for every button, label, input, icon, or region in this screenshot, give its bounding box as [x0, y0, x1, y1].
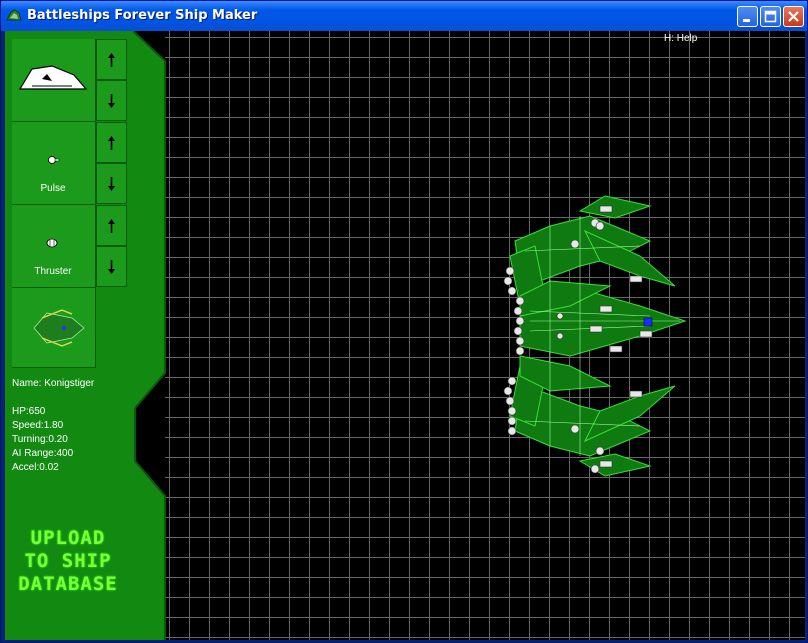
pulse-move-up-button[interactable]	[96, 122, 127, 163]
upload-line-2: TO SHIP	[24, 550, 112, 572]
thruster-move-up-button[interactable]	[96, 205, 127, 246]
ship-design[interactable]	[490, 186, 690, 486]
upload-line-3: DATABASE	[18, 573, 118, 595]
arrow-up-icon	[108, 219, 115, 233]
hull-move-down-button[interactable]	[96, 80, 127, 121]
stat-turning: Turning:0.20	[12, 434, 68, 445]
arrow-up-icon	[108, 53, 115, 67]
pulse-move-down-button[interactable]	[96, 163, 127, 204]
minimize-icon	[743, 19, 750, 22]
ship-preview-icon	[33, 309, 85, 347]
help-hint: H: Help	[664, 33, 698, 44]
arrow-down-icon	[108, 260, 115, 274]
pulse-turret-icon	[48, 156, 60, 164]
part-slot-pulse[interactable]: Pulse	[12, 122, 96, 205]
app-window: Battleships Forever Ship Maker H: Help P…	[0, 0, 808, 643]
close-icon	[788, 11, 799, 22]
thruster-move-down-button[interactable]	[96, 246, 127, 287]
part-label-thruster: Thruster	[34, 266, 72, 277]
upload-to-ship-database-button[interactable]: UPLOAD TO SHIP DATABASE	[13, 527, 123, 596]
minimize-button[interactable]	[737, 6, 758, 27]
hull-move-up-button[interactable]	[96, 39, 127, 80]
stat-ai-range: AI Range:400	[12, 448, 74, 459]
arrow-down-icon	[108, 94, 115, 108]
thruster-icon	[46, 238, 58, 248]
arrow-up-icon	[108, 136, 115, 150]
sidebar-panel: Pulse Thruster Name: Konigstiger HP:650 …	[5, 31, 171, 640]
app-ship-icon	[6, 9, 22, 21]
part-slot-thruster[interactable]: Thruster	[12, 205, 96, 288]
arrow-down-icon	[108, 177, 115, 191]
hull-section-icon	[18, 65, 88, 90]
maximize-button[interactable]	[760, 6, 781, 27]
part-slot-hull[interactable]	[12, 39, 96, 122]
stat-speed: Speed:1.80	[12, 420, 64, 431]
stat-accel: Accel:0.02	[12, 462, 59, 473]
close-button[interactable]	[783, 6, 804, 27]
maximize-icon	[764, 10, 777, 23]
ship-name: Name: Konigstiger	[12, 378, 95, 389]
stat-hp: HP:650	[12, 406, 46, 417]
title-bar[interactable]: Battleships Forever Ship Maker	[1, 1, 807, 31]
client-area: H: Help Pulse Thruster Name: Konigstiger…	[5, 31, 805, 640]
upload-line-1: UPLOAD	[30, 527, 106, 549]
part-label-pulse: Pulse	[40, 183, 66, 194]
ship-preview-slot[interactable]	[12, 288, 96, 368]
window-title: Battleships Forever Ship Maker	[27, 8, 258, 23]
design-grid[interactable]: H: Help	[165, 31, 805, 640]
